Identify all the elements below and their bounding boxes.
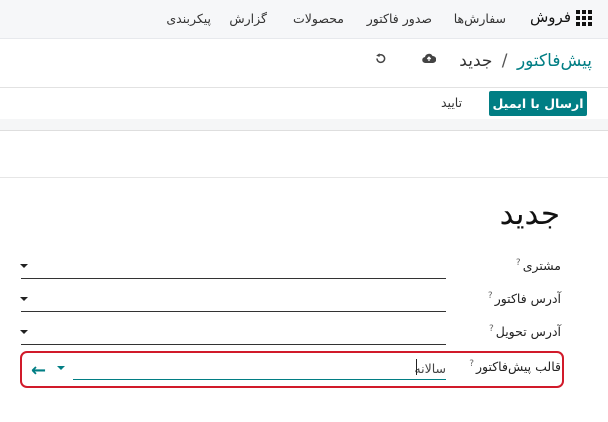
menu-invoicing[interactable]: صدور فاکتور	[367, 11, 432, 26]
customer-label: مشتری?	[515, 258, 561, 274]
record-title: جدید	[499, 196, 560, 232]
help-icon[interactable]: ?	[516, 258, 521, 268]
menu-orders[interactable]: سفارش‌ها	[454, 11, 506, 26]
chevron-down-icon[interactable]	[20, 330, 28, 334]
cloud-upload-icon[interactable]	[422, 52, 437, 68]
menu-configuration[interactable]: پیکربندی	[166, 11, 211, 26]
quotation-template-input[interactable]	[73, 357, 446, 380]
text-cursor	[416, 359, 417, 375]
help-icon[interactable]: ?	[469, 359, 474, 369]
sheet-divider	[0, 177, 608, 178]
invoice-address-field[interactable]	[21, 311, 446, 312]
delivery-address-label: آدرس تحویل?	[488, 324, 561, 340]
breadcrumb-parent[interactable]: پیش‌فاکتور	[517, 51, 592, 71]
delivery-address-field[interactable]	[21, 344, 446, 345]
top-navbar: فروش سفارش‌ها صدور فاکتور محصولات گزارش …	[0, 0, 608, 39]
menu-reporting[interactable]: گزارش	[229, 11, 267, 26]
customer-field[interactable]	[21, 278, 446, 279]
help-icon[interactable]: ?	[489, 324, 494, 334]
arrow-left-icon[interactable]: ←	[31, 362, 46, 380]
invoice-address-label: آدرس فاکتور?	[487, 291, 561, 307]
breadcrumb-current: جدید	[459, 51, 493, 71]
chevron-down-icon[interactable]	[57, 366, 65, 370]
app-name[interactable]: فروش	[530, 8, 571, 26]
undo-icon[interactable]	[374, 52, 387, 69]
menu-products[interactable]: محصولات	[293, 11, 344, 26]
breadcrumb: پیش‌فاکتور / جدید	[459, 51, 592, 71]
apps-grid-icon[interactable]	[576, 10, 592, 26]
chevron-down-icon[interactable]	[20, 297, 28, 301]
help-icon[interactable]: ?	[488, 291, 493, 301]
chevron-down-icon[interactable]	[20, 264, 28, 268]
breadcrumb-separator: /	[501, 51, 508, 71]
confirm-button[interactable]: تایید	[441, 95, 462, 110]
quotation-template-label: قالب پیش‌فاکتور?	[469, 359, 561, 375]
send-by-email-button[interactable]: ارسال با ایمیل	[489, 91, 587, 116]
